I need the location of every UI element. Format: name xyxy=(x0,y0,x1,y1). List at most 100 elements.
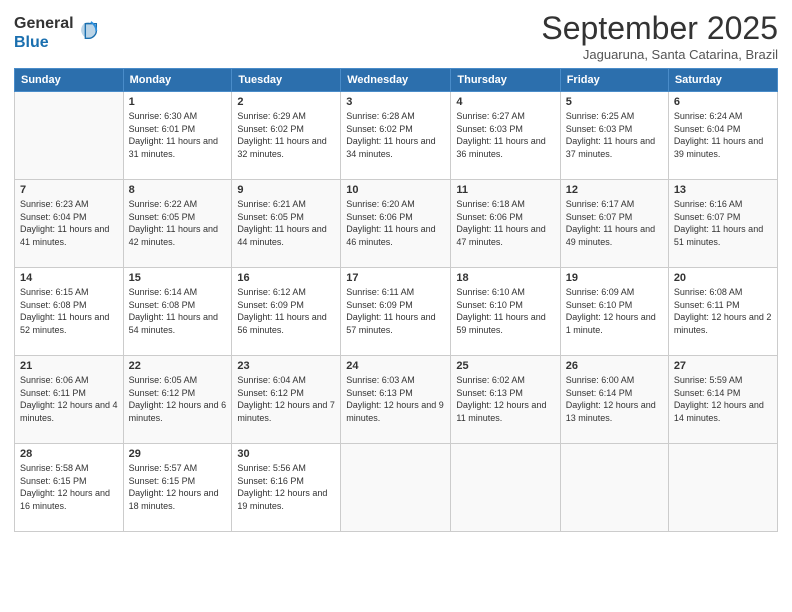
calendar-week-row: 21 Sunrise: 6:06 AMSunset: 6:11 PMDayligh… xyxy=(15,356,778,444)
calendar-cell: 27 Sunrise: 5:59 AMSunset: 6:14 PMDayligh… xyxy=(668,356,777,444)
calendar-cell xyxy=(15,92,124,180)
weekday-header: Tuesday xyxy=(232,69,341,92)
weekday-header: Friday xyxy=(560,69,668,92)
calendar-cell: 9 Sunrise: 6:21 AMSunset: 6:05 PMDaylight… xyxy=(232,180,341,268)
calendar-cell: 2 Sunrise: 6:29 AMSunset: 6:02 PMDaylight… xyxy=(232,92,341,180)
calendar-cell: 1Sunrise: 6:30 AMSunset: 6:01 PMDaylight… xyxy=(123,92,232,180)
day-number: 24 xyxy=(346,360,445,372)
day-info: Sunrise: 5:56 AMSunset: 6:16 PMDaylight:… xyxy=(237,462,335,512)
calendar-cell xyxy=(668,444,777,532)
day-number: 15 xyxy=(129,272,227,284)
calendar-cell xyxy=(451,444,560,532)
calendar-cell: 17 Sunrise: 6:11 AMSunset: 6:09 PMDayligh… xyxy=(341,268,451,356)
day-number: 6 xyxy=(674,96,772,108)
day-number: 13 xyxy=(674,184,772,196)
calendar-cell: 4Sunrise: 6:27 AMSunset: 6:03 PMDaylight… xyxy=(451,92,560,180)
day-number: 29 xyxy=(129,448,227,460)
day-number: 4 xyxy=(456,96,554,108)
calendar-cell: 3Sunrise: 6:28 AMSunset: 6:02 PMDaylight… xyxy=(341,92,451,180)
day-info: Sunrise: 5:59 AMSunset: 6:14 PMDaylight:… xyxy=(674,374,772,424)
day-info: Sunrise: 6:17 AMSunset: 6:07 PMDaylight:… xyxy=(566,198,663,248)
day-info: Sunrise: 6:29 AMSunset: 6:02 PMDaylight:… xyxy=(237,110,335,160)
day-info: Sunrise: 6:14 AMSunset: 6:08 PMDaylight:… xyxy=(129,286,227,336)
calendar-cell: 24Sunrise: 6:03 AMSunset: 6:13 PMDayligh… xyxy=(341,356,451,444)
calendar-cell: 7 Sunrise: 6:23 AMSunset: 6:04 PMDaylight… xyxy=(15,180,124,268)
day-info: Sunrise: 6:09 AMSunset: 6:10 PMDaylight:… xyxy=(566,286,663,336)
calendar-cell: 13 Sunrise: 6:16 AMSunset: 6:07 PMDayligh… xyxy=(668,180,777,268)
calendar-cell: 25Sunrise: 6:02 AMSunset: 6:13 PMDayligh… xyxy=(451,356,560,444)
day-info: Sunrise: 6:18 AMSunset: 6:06 PMDaylight:… xyxy=(456,198,554,248)
calendar-cell: 8Sunrise: 6:22 AMSunset: 6:05 PMDaylight… xyxy=(123,180,232,268)
calendar-cell: 22 Sunrise: 6:05 AMSunset: 6:12 PMDayligh… xyxy=(123,356,232,444)
month-title: September 2025 xyxy=(541,10,778,47)
calendar-cell: 15 Sunrise: 6:14 AMSunset: 6:08 PMDayligh… xyxy=(123,268,232,356)
calendar-cell: 16Sunrise: 6:12 AMSunset: 6:09 PMDayligh… xyxy=(232,268,341,356)
calendar-week-row: 28Sunrise: 5:58 AMSunset: 6:15 PMDayligh… xyxy=(15,444,778,532)
day-number: 22 xyxy=(129,360,227,372)
calendar-cell: 28Sunrise: 5:58 AMSunset: 6:15 PMDayligh… xyxy=(15,444,124,532)
day-number: 9 xyxy=(237,184,335,196)
page-header: General Blue September 2025 Jaguaruna, S… xyxy=(14,10,778,62)
title-block: September 2025 Jaguaruna, Santa Catarina… xyxy=(541,10,778,62)
day-info: Sunrise: 6:21 AMSunset: 6:05 PMDaylight:… xyxy=(237,198,335,248)
day-info: Sunrise: 6:25 AMSunset: 6:03 PMDaylight:… xyxy=(566,110,663,160)
weekday-header: Monday xyxy=(123,69,232,92)
day-number: 30 xyxy=(237,448,335,460)
logo-icon xyxy=(78,20,100,42)
calendar-cell: 5 Sunrise: 6:25 AMSunset: 6:03 PMDaylight… xyxy=(560,92,668,180)
day-number: 1 xyxy=(129,96,227,108)
calendar-cell: 29 Sunrise: 5:57 AMSunset: 6:15 PMDayligh… xyxy=(123,444,232,532)
day-info: Sunrise: 6:00 AMSunset: 6:14 PMDaylight:… xyxy=(566,374,663,424)
calendar-week-row: 7 Sunrise: 6:23 AMSunset: 6:04 PMDaylight… xyxy=(15,180,778,268)
weekday-header: Saturday xyxy=(668,69,777,92)
day-number: 26 xyxy=(566,360,663,372)
calendar-cell: 21 Sunrise: 6:06 AMSunset: 6:11 PMDayligh… xyxy=(15,356,124,444)
day-info: Sunrise: 5:57 AMSunset: 6:15 PMDaylight:… xyxy=(129,462,227,512)
day-number: 5 xyxy=(566,96,663,108)
calendar-cell: 30 Sunrise: 5:56 AMSunset: 6:16 PMDayligh… xyxy=(232,444,341,532)
day-info: Sunrise: 6:22 AMSunset: 6:05 PMDaylight:… xyxy=(129,198,227,248)
day-number: 18 xyxy=(456,272,554,284)
day-info: Sunrise: 6:02 AMSunset: 6:13 PMDaylight:… xyxy=(456,374,554,424)
day-info: Sunrise: 6:23 AMSunset: 6:04 PMDaylight:… xyxy=(20,198,118,248)
day-number: 11 xyxy=(456,184,554,196)
calendar-cell: 11 Sunrise: 6:18 AMSunset: 6:06 PMDayligh… xyxy=(451,180,560,268)
day-number: 27 xyxy=(674,360,772,372)
weekday-header: Sunday xyxy=(15,69,124,92)
calendar-cell: 14Sunrise: 6:15 AMSunset: 6:08 PMDayligh… xyxy=(15,268,124,356)
calendar-week-row: 14Sunrise: 6:15 AMSunset: 6:08 PMDayligh… xyxy=(15,268,778,356)
day-info: Sunrise: 6:11 AMSunset: 6:09 PMDaylight:… xyxy=(346,286,445,336)
calendar-cell xyxy=(341,444,451,532)
calendar-week-row: 1Sunrise: 6:30 AMSunset: 6:01 PMDaylight… xyxy=(15,92,778,180)
page-container: General Blue September 2025 Jaguaruna, S… xyxy=(0,0,792,612)
day-info: Sunrise: 6:16 AMSunset: 6:07 PMDaylight:… xyxy=(674,198,772,248)
calendar-cell: 23Sunrise: 6:04 AMSunset: 6:12 PMDayligh… xyxy=(232,356,341,444)
day-number: 2 xyxy=(237,96,335,108)
day-number: 28 xyxy=(20,448,118,460)
day-info: Sunrise: 6:15 AMSunset: 6:08 PMDaylight:… xyxy=(20,286,118,336)
calendar-cell: 19 Sunrise: 6:09 AMSunset: 6:10 PMDayligh… xyxy=(560,268,668,356)
day-number: 21 xyxy=(20,360,118,372)
day-number: 12 xyxy=(566,184,663,196)
calendar-cell: 20 Sunrise: 6:08 AMSunset: 6:11 PMDayligh… xyxy=(668,268,777,356)
day-info: Sunrise: 6:04 AMSunset: 6:12 PMDaylight:… xyxy=(237,374,335,424)
day-info: Sunrise: 6:06 AMSunset: 6:11 PMDaylight:… xyxy=(20,374,118,424)
logo-line1: General xyxy=(14,14,74,33)
subtitle: Jaguaruna, Santa Catarina, Brazil xyxy=(541,47,778,62)
day-info: Sunrise: 6:05 AMSunset: 6:12 PMDaylight:… xyxy=(129,374,227,424)
day-info: Sunrise: 6:12 AMSunset: 6:09 PMDaylight:… xyxy=(237,286,335,336)
day-number: 20 xyxy=(674,272,772,284)
day-number: 7 xyxy=(20,184,118,196)
day-number: 19 xyxy=(566,272,663,284)
calendar-cell: 6Sunrise: 6:24 AMSunset: 6:04 PMDaylight… xyxy=(668,92,777,180)
calendar-cell xyxy=(560,444,668,532)
logo: General Blue xyxy=(14,14,100,52)
day-number: 17 xyxy=(346,272,445,284)
day-info: Sunrise: 6:10 AMSunset: 6:10 PMDaylight:… xyxy=(456,286,554,336)
day-info: Sunrise: 6:20 AMSunset: 6:06 PMDaylight:… xyxy=(346,198,445,248)
day-info: Sunrise: 6:08 AMSunset: 6:11 PMDaylight:… xyxy=(674,286,772,336)
weekday-header: Thursday xyxy=(451,69,560,92)
day-number: 10 xyxy=(346,184,445,196)
calendar-cell: 12 Sunrise: 6:17 AMSunset: 6:07 PMDayligh… xyxy=(560,180,668,268)
calendar-header-row: SundayMondayTuesdayWednesdayThursdayFrid… xyxy=(15,69,778,92)
